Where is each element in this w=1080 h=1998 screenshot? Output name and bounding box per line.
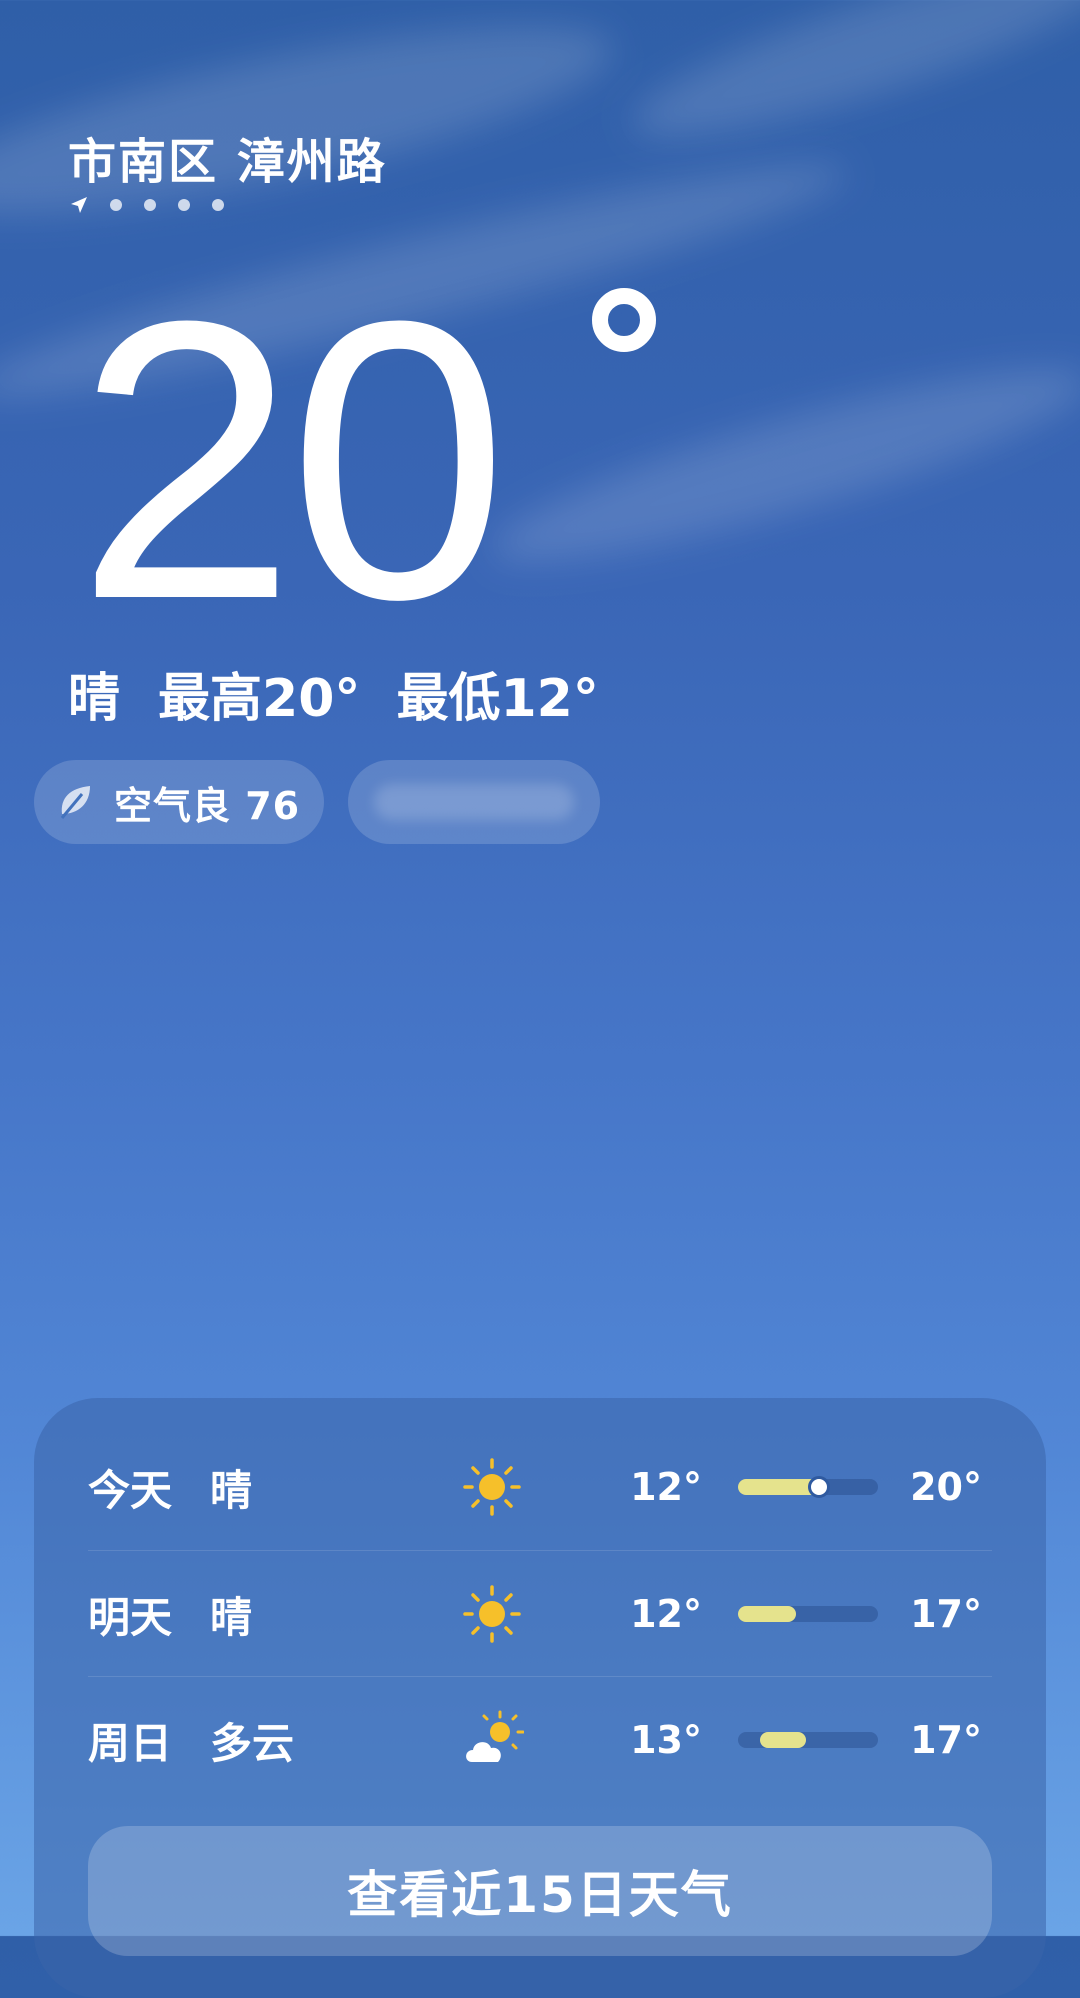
forecast-low: 12° (630, 1592, 702, 1636)
forecast-low: 12° (630, 1465, 702, 1509)
page-dot (144, 199, 156, 211)
temperature-range-fill (738, 1606, 796, 1622)
location-title[interactable]: 市南区 漳州路 (68, 122, 387, 192)
leaf-icon (60, 786, 90, 819)
page-dot (110, 199, 122, 211)
sun-icon (463, 1585, 521, 1643)
district-label: 市南区 (68, 134, 219, 190)
forecast-low: 13° (630, 1718, 702, 1762)
street-label: 漳州路 (236, 134, 387, 190)
blurred-content (374, 784, 574, 820)
forecast-day: 今天 (88, 1465, 173, 1515)
partly-cloudy-icon (466, 1710, 524, 1762)
background-cloud (479, 336, 1080, 594)
low-temp-label: 最低12° (396, 669, 599, 729)
sun-icon (463, 1458, 521, 1516)
current-temp-marker (808, 1476, 830, 1498)
page-dot (178, 199, 190, 211)
weather-summary: 晴 最高20° 最低12° (68, 656, 599, 731)
air-quality-label: 空气良 76 (114, 783, 301, 828)
forecast-day: 明天 (88, 1592, 173, 1642)
forecast-row[interactable]: 今天 晴 12° 20° (88, 1424, 992, 1550)
current-temperature: 20 (76, 239, 508, 681)
temperature-range-fill (760, 1732, 806, 1748)
forecast-row[interactable]: 明天 晴 12° 17° (88, 1550, 992, 1677)
current-condition: 晴 (68, 669, 121, 729)
forecast-condition: 晴 (210, 1465, 253, 1515)
blurred-info-pill[interactable] (348, 760, 600, 844)
location-arrow-icon (71, 197, 87, 213)
page-indicator[interactable] (70, 196, 224, 214)
forecast-high: 20° (910, 1465, 982, 1509)
forecast-high: 17° (910, 1718, 982, 1762)
forecast-condition: 晴 (210, 1592, 253, 1642)
degree-symbol (592, 288, 656, 352)
high-temp-label: 最高20° (158, 669, 361, 729)
background-cloud (618, 0, 1080, 169)
temperature-range-bar (738, 1606, 878, 1622)
forecast-high: 17° (910, 1592, 982, 1636)
page-dot (212, 199, 224, 211)
view-15-day-button[interactable]: 查看近15日天气 (88, 1826, 992, 1956)
forecast-row[interactable]: 周日 多云 13° 17° (88, 1676, 992, 1803)
air-quality-button[interactable]: 空气良 76 (34, 760, 324, 844)
forecast-day: 周日 (88, 1718, 173, 1768)
temperature-range-bar (738, 1732, 878, 1748)
forecast-condition: 多云 (210, 1718, 295, 1768)
temperature-range-bar (738, 1476, 878, 1498)
